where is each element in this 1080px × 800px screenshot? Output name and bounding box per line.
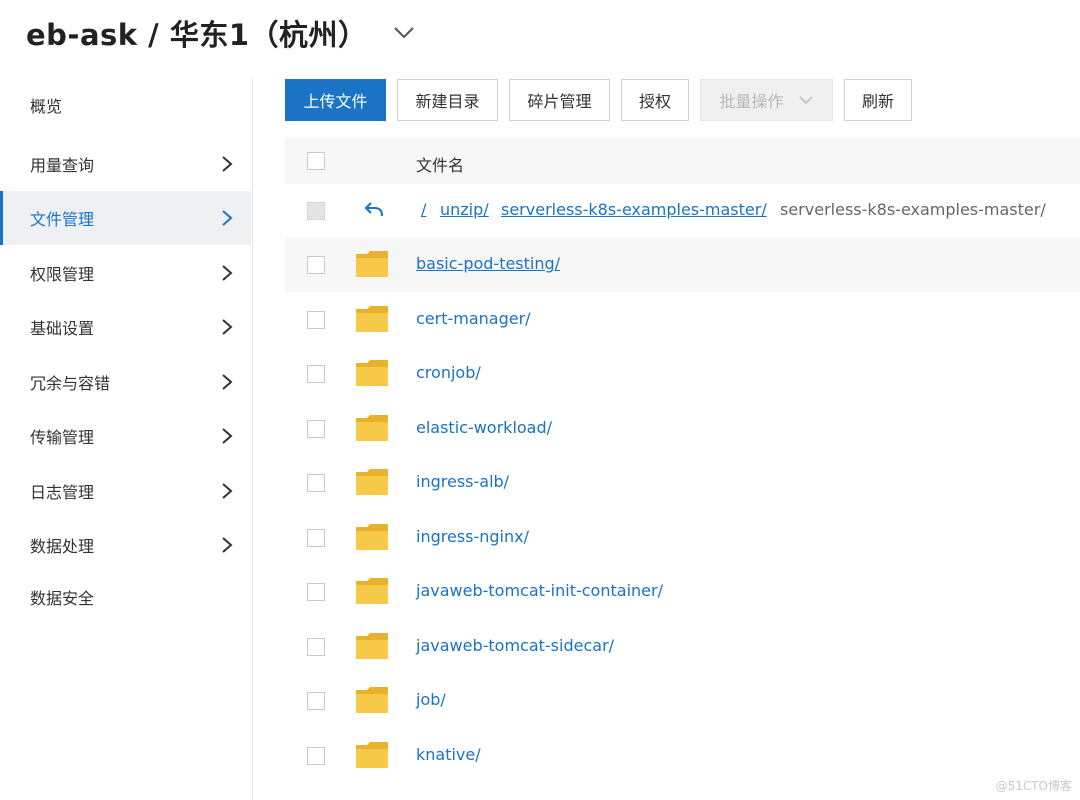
back-arrow-icon[interactable] xyxy=(363,200,385,218)
file-table: 文件名 / unzip/ serverless-k8s-examples-mas… xyxy=(285,138,1080,800)
select-all-checkbox[interactable] xyxy=(307,152,325,170)
table-row[interactable]: knative/ xyxy=(285,729,1080,783)
folder-icon xyxy=(356,578,388,604)
row-checkbox[interactable] xyxy=(307,529,325,547)
row-checkbox[interactable] xyxy=(307,474,325,492)
file-name-link[interactable]: cronjob/ xyxy=(416,363,481,382)
file-name-link[interactable]: job/ xyxy=(416,690,446,709)
sidebar-item-basic-settings[interactable]: 基础设置 xyxy=(0,300,251,354)
chevron-down-icon xyxy=(798,96,813,105)
chevron-right-icon xyxy=(222,210,233,226)
folder-icon xyxy=(356,306,388,332)
file-name-link[interactable]: basic-pod-testing/ xyxy=(416,254,560,273)
batch-operation-label: 批量操作 xyxy=(719,92,784,111)
chevron-right-icon xyxy=(222,428,233,444)
sidebar-item-logs[interactable]: 日志管理 xyxy=(0,464,251,518)
folder-icon xyxy=(356,469,388,495)
column-header-filename: 文件名 xyxy=(416,156,465,175)
refresh-button[interactable]: 刷新 xyxy=(844,79,912,121)
file-name-link[interactable]: cert-manager/ xyxy=(416,309,531,328)
table-row[interactable]: cronjob/ xyxy=(285,347,1080,401)
sidebar-item-label: 权限管理 xyxy=(30,265,95,284)
chevron-down-icon[interactable] xyxy=(392,22,416,42)
table-row[interactable]: job/ xyxy=(285,674,1080,728)
fragment-management-button[interactable]: 碎片管理 xyxy=(509,79,610,121)
file-name-link[interactable]: elastic-workload/ xyxy=(416,418,552,437)
chevron-right-icon xyxy=(222,319,233,335)
page-title: eb-ask / 华东1（杭州） xyxy=(26,18,368,52)
sidebar-item-redundancy[interactable]: 冗余与容错 xyxy=(0,355,251,409)
folder-icon xyxy=(356,742,388,768)
row-checkbox[interactable] xyxy=(307,311,325,329)
breadcrumb-root-link[interactable]: / xyxy=(421,200,426,219)
table-row[interactable]: elastic-workload/ xyxy=(285,402,1080,456)
sidebar-item-label: 日志管理 xyxy=(30,483,95,502)
sidebar-item-data-processing[interactable]: 数据处理 xyxy=(0,518,251,572)
folder-icon xyxy=(356,251,388,277)
table-row[interactable]: basic-pod-testing/ xyxy=(285,238,1080,292)
sidebar-item-overview[interactable]: 概览 xyxy=(0,78,251,132)
row-checkbox[interactable] xyxy=(307,747,325,765)
sidebar-item-data-security[interactable]: 数据安全 xyxy=(0,570,251,624)
chevron-right-icon xyxy=(222,265,233,281)
authorize-button[interactable]: 授权 xyxy=(621,79,689,121)
row-checkbox[interactable] xyxy=(307,365,325,383)
sidebar-item-transfer[interactable]: 传输管理 xyxy=(0,409,251,463)
batch-operation-button[interactable]: 批量操作 xyxy=(700,79,833,121)
file-name-link[interactable]: ingress-nginx/ xyxy=(416,527,529,546)
sidebar-item-label: 传输管理 xyxy=(30,428,95,447)
chevron-right-icon xyxy=(222,537,233,553)
row-checkbox[interactable] xyxy=(307,420,325,438)
chevron-right-icon xyxy=(222,483,233,499)
table-row[interactable]: cert-manager/ xyxy=(285,293,1080,347)
folder-icon xyxy=(356,633,388,659)
sidebar: 概览 用量查询 文件管理 权限管理 基础设置 冗余与容错 传输管理 日志管理 数… xyxy=(0,78,253,800)
row-checkbox[interactable] xyxy=(307,692,325,710)
row-checkbox[interactable] xyxy=(307,583,325,601)
breadcrumb-row: / unzip/ serverless-k8s-examples-master/… xyxy=(285,184,1080,238)
sidebar-item-label: 基础设置 xyxy=(30,319,95,338)
sidebar-item-label: 数据安全 xyxy=(30,589,95,608)
sidebar-item-usage[interactable]: 用量查询 xyxy=(0,137,251,191)
new-directory-button[interactable]: 新建目录 xyxy=(397,79,498,121)
upload-file-button[interactable]: 上传文件 xyxy=(285,79,386,121)
breadcrumb-unzip-link[interactable]: unzip/ xyxy=(440,200,489,219)
table-row[interactable]: javaweb-tomcat-init-container/ xyxy=(285,565,1080,619)
breadcrumb-parent-link[interactable]: serverless-k8s-examples-master/ xyxy=(501,200,767,219)
sidebar-item-label: 冗余与容错 xyxy=(30,374,111,393)
row-checkbox[interactable] xyxy=(307,638,325,656)
breadcrumb-checkbox xyxy=(307,202,325,220)
chevron-right-icon xyxy=(222,374,233,390)
file-name-link[interactable]: ingress-alb/ xyxy=(416,472,509,491)
file-name-link[interactable]: knative/ xyxy=(416,745,481,764)
folder-icon xyxy=(356,687,388,713)
sidebar-item-label: 用量查询 xyxy=(30,156,95,175)
sidebar-item-permissions[interactable]: 权限管理 xyxy=(0,246,251,300)
table-row[interactable]: javaweb-tomcat-sidecar/ xyxy=(285,620,1080,674)
table-header: 文件名 xyxy=(285,138,1080,184)
chevron-right-icon xyxy=(222,156,233,172)
file-name-link[interactable]: javaweb-tomcat-init-container/ xyxy=(416,581,663,600)
row-checkbox[interactable] xyxy=(307,256,325,274)
table-row[interactable]: ingress-alb/ xyxy=(285,456,1080,510)
sidebar-item-label: 概览 xyxy=(30,97,63,116)
sidebar-item-label: 数据处理 xyxy=(30,537,95,556)
title-bar: eb-ask / 华东1（杭州） xyxy=(0,0,1080,62)
watermark: @51CTO博客 xyxy=(995,779,1072,793)
sidebar-item-label: 文件管理 xyxy=(30,210,95,229)
table-row[interactable]: ingress-nginx/ xyxy=(285,511,1080,565)
folder-icon xyxy=(356,524,388,550)
file-name-link[interactable]: javaweb-tomcat-sidecar/ xyxy=(416,636,614,655)
folder-icon xyxy=(356,360,388,386)
sidebar-item-file-management[interactable]: 文件管理 xyxy=(0,191,251,245)
folder-icon xyxy=(356,415,388,441)
breadcrumb-current: serverless-k8s-examples-master/ xyxy=(780,200,1046,219)
